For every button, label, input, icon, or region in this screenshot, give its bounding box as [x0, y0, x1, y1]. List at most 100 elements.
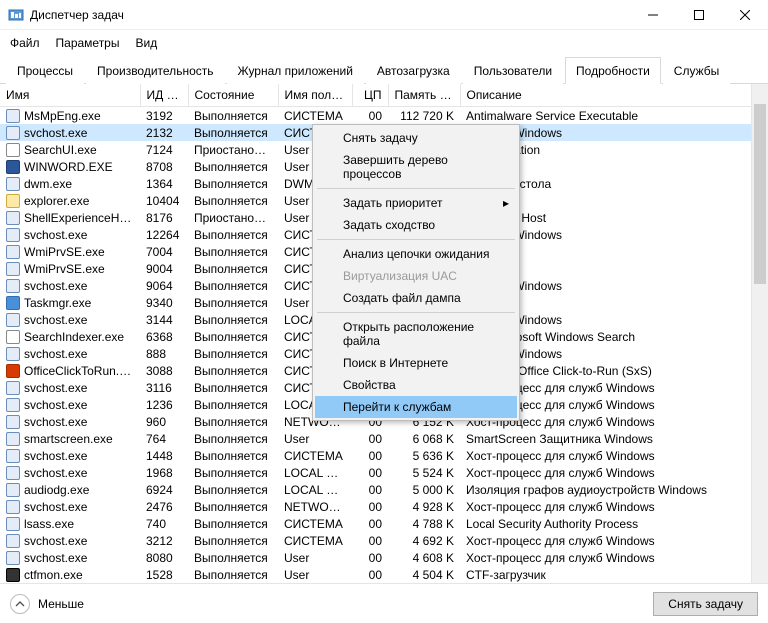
cell-pid: 12264	[140, 226, 188, 243]
table-row[interactable]: svchost.exe1448ВыполняетсяСИСТЕМА005 636…	[0, 447, 768, 464]
tab-performance[interactable]: Производительность	[86, 57, 224, 84]
process-icon	[6, 551, 20, 565]
details-pane: Имя ИД п... Состояние Имя польз... ЦП Па…	[0, 84, 768, 583]
minimize-button[interactable]	[630, 0, 676, 30]
cell-memory: 4 504 K	[388, 566, 460, 583]
menu-view[interactable]: Вид	[133, 34, 159, 52]
col-memory[interactable]: Память (ч...	[388, 84, 460, 107]
cell-pid: 3144	[140, 311, 188, 328]
end-task-button[interactable]: Снять задачу	[653, 592, 758, 616]
cell-pid: 3192	[140, 107, 188, 125]
cell-name: smartscreen.exe	[24, 432, 113, 446]
col-name[interactable]: Имя	[0, 84, 140, 107]
ctx-analyze-wait-chain[interactable]: Анализ цепочки ожидания	[315, 243, 517, 265]
ctx-properties[interactable]: Свойства	[315, 374, 517, 396]
cell-status: Выполняется	[188, 345, 278, 362]
cell-cpu: 00	[352, 498, 388, 515]
cell-status: Выполняется	[188, 175, 278, 192]
cell-memory: 5 636 K	[388, 447, 460, 464]
cell-status: Выполняется	[188, 464, 278, 481]
ctx-go-to-services[interactable]: Перейти к службам	[315, 396, 517, 418]
submenu-arrow-icon: ▸	[503, 196, 509, 210]
vertical-scrollbar[interactable]	[751, 84, 768, 583]
ctx-open-file-location[interactable]: Открыть расположение файла	[315, 316, 517, 352]
cell-status: Приостановл...	[188, 209, 278, 226]
cell-user: User	[278, 430, 352, 447]
table-row[interactable]: audiodg.exe6924ВыполняетсяLOCAL SE...005…	[0, 481, 768, 498]
process-icon	[6, 143, 20, 157]
tab-startup[interactable]: Автозагрузка	[366, 57, 461, 84]
table-row[interactable]: lsass.exe740ВыполняетсяСИСТЕМА004 788 KL…	[0, 515, 768, 532]
process-icon	[6, 483, 20, 497]
tab-services[interactable]: Службы	[663, 57, 730, 84]
col-username[interactable]: Имя польз...	[278, 84, 352, 107]
cell-pid: 10404	[140, 192, 188, 209]
table-row[interactable]: svchost.exe1968ВыполняетсяLOCAL SE...005…	[0, 464, 768, 481]
table-row[interactable]: MsMpEng.exe3192ВыполняетсяСИСТЕМА00112 7…	[0, 107, 768, 125]
scrollbar-thumb[interactable]	[754, 104, 766, 284]
ctx-end-task[interactable]: Снять задачу	[315, 127, 517, 149]
menu-options[interactable]: Параметры	[54, 34, 122, 52]
ctx-end-tree[interactable]: Завершить дерево процессов	[315, 149, 517, 185]
cell-name: svchost.exe	[24, 534, 87, 548]
table-row[interactable]: svchost.exe3212ВыполняетсяСИСТЕМА004 692…	[0, 532, 768, 549]
close-button[interactable]	[722, 0, 768, 30]
cell-status: Выполняется	[188, 243, 278, 260]
cell-description: Хост-процесс для служб Windows	[460, 464, 768, 481]
menu-file[interactable]: Файл	[8, 34, 42, 52]
app-icon	[8, 7, 24, 23]
ctx-search-online[interactable]: Поиск в Интернете	[315, 352, 517, 374]
context-menu: Снять задачу Завершить дерево процессов …	[312, 124, 520, 421]
fewer-details-button[interactable]	[10, 594, 30, 614]
cell-memory: 4 928 K	[388, 498, 460, 515]
cell-user: User	[278, 549, 352, 566]
cell-name: svchost.exe	[24, 551, 87, 565]
fewer-details-label[interactable]: Меньше	[38, 597, 84, 611]
col-status[interactable]: Состояние	[188, 84, 278, 107]
cell-status: Выполняется	[188, 379, 278, 396]
cell-status: Выполняется	[188, 413, 278, 430]
cell-pid: 8176	[140, 209, 188, 226]
cell-status: Выполняется	[188, 481, 278, 498]
cell-user: СИСТЕМА	[278, 447, 352, 464]
cell-name: SearchIndexer.exe	[24, 330, 124, 344]
cell-status: Выполняется	[188, 260, 278, 277]
ctx-set-affinity[interactable]: Задать сходство	[315, 214, 517, 236]
cell-status: Выполняется	[188, 549, 278, 566]
cell-status: Выполняется	[188, 311, 278, 328]
maximize-button[interactable]	[676, 0, 722, 30]
process-icon	[6, 228, 20, 242]
table-row[interactable]: smartscreen.exe764ВыполняетсяUser006 068…	[0, 430, 768, 447]
table-row[interactable]: svchost.exe8080ВыполняетсяUser004 608 KХ…	[0, 549, 768, 566]
tab-users[interactable]: Пользователи	[463, 57, 563, 84]
col-description[interactable]: Описание	[460, 84, 768, 107]
process-icon	[6, 517, 20, 531]
cell-pid: 888	[140, 345, 188, 362]
cell-name: ShellExperienceHost....	[24, 211, 140, 225]
cell-memory: 5 524 K	[388, 464, 460, 481]
process-icon	[6, 398, 20, 412]
ctx-uac-virtualization: Виртуализация UAC	[315, 265, 517, 287]
cell-name: WmiPrvSE.exe	[24, 262, 105, 276]
process-icon	[6, 296, 20, 310]
table-row[interactable]: ctfmon.exe1528ВыполняетсяUser004 504 KCT…	[0, 566, 768, 583]
ctx-create-dump[interactable]: Создать файл дампа	[315, 287, 517, 309]
table-row[interactable]: svchost.exe2476ВыполняетсяNETWORK...004 …	[0, 498, 768, 515]
ctx-separator	[317, 312, 515, 313]
cell-status: Выполняется	[188, 107, 278, 125]
process-icon	[6, 432, 20, 446]
cell-pid: 8080	[140, 549, 188, 566]
cell-user: User	[278, 566, 352, 583]
cell-status: Выполняется	[188, 430, 278, 447]
process-icon	[6, 262, 20, 276]
tab-app-history[interactable]: Журнал приложений	[227, 57, 364, 84]
cell-cpu: 00	[352, 447, 388, 464]
process-icon	[6, 211, 20, 225]
col-cpu[interactable]: ЦП	[352, 84, 388, 107]
ctx-set-priority[interactable]: Задать приоритет ▸	[315, 192, 517, 214]
cell-pid: 8708	[140, 158, 188, 175]
tab-processes[interactable]: Процессы	[6, 57, 84, 84]
tab-details[interactable]: Подробности	[565, 57, 661, 84]
col-pid[interactable]: ИД п...	[140, 84, 188, 107]
cell-pid: 7004	[140, 243, 188, 260]
